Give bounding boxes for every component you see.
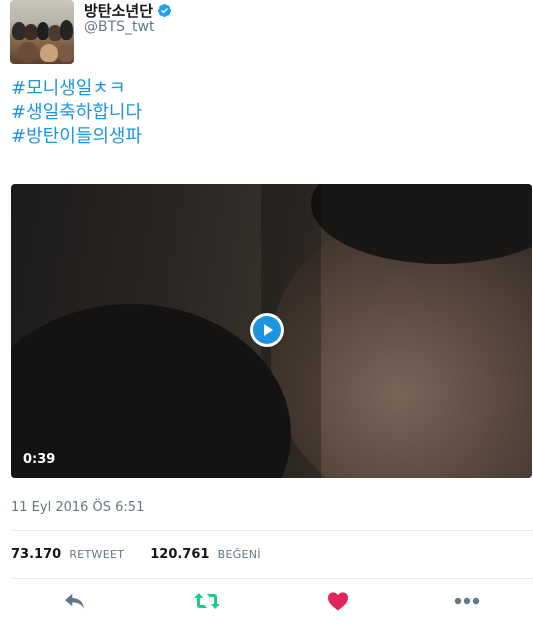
like-button[interactable] bbox=[325, 588, 351, 614]
like-icon bbox=[328, 592, 348, 611]
video-duration: 0:39 bbox=[23, 452, 56, 467]
play-button[interactable] bbox=[250, 313, 284, 347]
retweet-button[interactable] bbox=[194, 588, 220, 614]
tweet-stats: 73.170 RETWEET 120.761 BEĞENİ bbox=[11, 547, 261, 562]
reply-icon bbox=[65, 593, 84, 609]
hashtag-link[interactable]: #방탄이들의생파 bbox=[11, 125, 142, 149]
more-icon bbox=[454, 597, 480, 605]
user-name-row[interactable]: 방탄소년단 bbox=[84, 0, 172, 21]
hashtag-link[interactable]: #모니생일ㅊㅋ bbox=[11, 77, 142, 101]
avatar[interactable] bbox=[10, 0, 74, 64]
play-icon bbox=[253, 316, 281, 344]
like-label: BEĞENİ bbox=[217, 548, 261, 561]
hashtag-link[interactable]: #생일축하합니다 bbox=[11, 101, 142, 125]
display-name[interactable]: 방탄소년단 bbox=[84, 0, 153, 21]
like-count: 120.761 bbox=[150, 547, 210, 562]
reply-button[interactable] bbox=[62, 588, 88, 614]
tweet-text: #모니생일ㅊㅋ #생일축하합니다 #방탄이들의생파 bbox=[11, 77, 142, 149]
verified-badge-icon bbox=[157, 3, 172, 18]
divider bbox=[10, 578, 533, 579]
retweet-count: 73.170 bbox=[11, 547, 62, 562]
more-button[interactable] bbox=[454, 588, 480, 614]
like-stat[interactable]: 120.761 BEĞENİ bbox=[150, 547, 261, 562]
retweet-icon bbox=[194, 593, 220, 609]
retweet-label: RETWEET bbox=[69, 548, 125, 561]
user-handle[interactable]: @BTS_twt bbox=[84, 19, 154, 35]
video-player[interactable]: 0:39 bbox=[11, 184, 532, 478]
retweet-stat[interactable]: 73.170 RETWEET bbox=[11, 547, 124, 562]
tweet-timestamp[interactable]: 11 Eyl 2016 ÖS 6:51 bbox=[11, 500, 144, 515]
action-bar bbox=[0, 588, 533, 618]
divider bbox=[10, 530, 533, 531]
